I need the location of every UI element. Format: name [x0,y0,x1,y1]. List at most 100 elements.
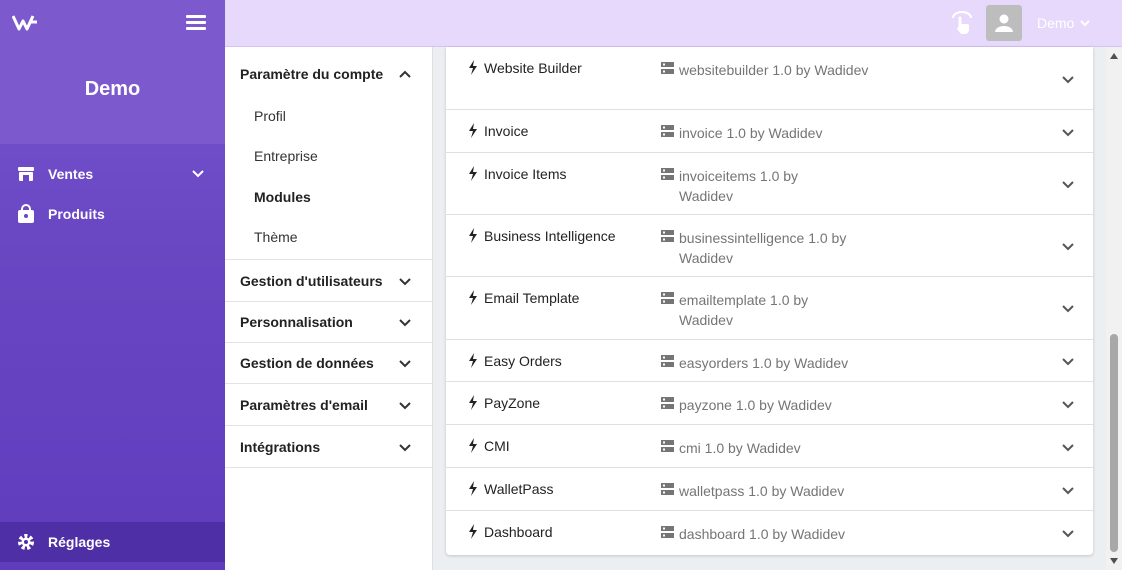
module-row[interactable]: WalletPass walletpass 1.0 by Wadidev [446,468,1093,511]
module-name: CMI [484,438,510,454]
module-row[interactable]: Email Template emailtemplate 1.0 by Wadi… [446,277,1093,340]
settings-item-entreprise[interactable]: Entreprise [254,148,318,164]
touch-icon[interactable] [949,10,975,36]
expand-icon[interactable] [1060,238,1076,254]
module-row[interactable]: Website Builder websitebuilder 1.0 by Wa… [446,47,1093,110]
storage-icon [661,230,674,242]
module-row[interactable]: CMI cmi 1.0 by Wadidev [446,425,1093,468]
section-label: Personnalisation [240,314,353,330]
storage-icon [661,397,674,409]
shopping-bag-icon [16,204,36,224]
module-name: Website Builder [484,60,582,76]
sidebar-item-reglages[interactable]: Réglages [0,522,225,562]
sidebar-item-label: Réglages [48,534,111,550]
scrollbar[interactable] [1106,47,1122,570]
chevron-down-icon [399,277,411,285]
storage-icon [661,483,674,495]
user-name-label: Demo [1037,15,1075,31]
module-row[interactable]: Invoice Items invoiceitems 1.0 by Wadide… [446,153,1093,215]
expand-icon[interactable] [1060,482,1076,498]
store-icon [16,164,36,184]
scroll-down-arrow[interactable] [1110,558,1118,564]
module-package: invoiceitems 1.0 by Wadidev [679,168,799,204]
sidebar-item-label: Produits [48,206,105,222]
expand-icon[interactable] [1060,71,1076,87]
module-name: PayZone [484,395,541,411]
expand-icon[interactable] [1060,176,1076,192]
module-name: Invoice Items [484,166,567,182]
sidebar-item-label: Ventes [48,166,94,182]
chevron-up-icon [399,70,411,78]
logo-icon[interactable] [12,14,38,32]
module-package: emailtemplate 1.0 by Wadidev [679,292,809,328]
bolt-icon [469,60,477,75]
storage-icon [661,440,674,452]
expand-icon[interactable] [1060,353,1076,369]
chevron-down-icon [399,319,411,327]
top-header: Demo [225,0,1122,47]
section-label: Paramètres d'email [240,396,368,413]
section-label: Paramètre du compte [240,66,384,82]
module-row[interactable]: Dashboard dashboard 1.0 by Wadidev [446,511,1093,555]
section-label: Gestion de données [240,355,374,371]
storage-icon [661,526,674,538]
module-name: WalletPass [484,481,554,497]
storage-icon [661,62,674,74]
section-gestion-utilisateurs[interactable]: Gestion d'utilisateurs [225,260,432,302]
storage-icon [661,168,674,180]
sidebar: Demo Ventes Produits Réglages [0,0,225,570]
user-menu[interactable]: Demo [1037,15,1091,31]
module-row[interactable]: Business Intelligence businessintelligen… [446,215,1093,277]
module-package: websitebuilder 1.0 by Wadidev [679,62,869,78]
module-package: payzone 1.0 by Wadidev [679,397,832,413]
chevron-down-icon [399,443,411,451]
sidebar-item-ventes[interactable]: Ventes [0,155,225,193]
module-row[interactable]: PayZone payzone 1.0 by Wadidev [446,382,1093,425]
settings-item-modules[interactable]: Modules [254,189,311,205]
chevron-down-icon [399,360,411,368]
module-row[interactable]: Invoice invoice 1.0 by Wadidev [446,110,1093,153]
module-package: cmi 1.0 by Wadidev [679,440,801,456]
expand-icon[interactable] [1060,439,1076,455]
sidebar-item-produits[interactable]: Produits [0,195,225,233]
chevron-down-icon [1080,20,1091,27]
section-parametres-email[interactable]: Paramètres d'email [225,384,432,426]
section-label: Intégrations [240,438,321,455]
user-icon [995,14,1013,32]
bolt-icon [469,395,477,410]
expand-icon[interactable] [1060,300,1076,316]
module-row[interactable]: Easy Orders easyorders 1.0 by Wadidev [446,340,1093,382]
bolt-icon [469,353,477,368]
storage-icon [661,292,674,304]
avatar[interactable] [986,5,1022,41]
bolt-icon [469,481,477,496]
bolt-icon [469,524,477,539]
settings-nav: Paramètre du compte Profil Entreprise Mo… [225,47,433,570]
settings-item-theme[interactable]: Thème [254,229,298,245]
section-gestion-donnees[interactable]: Gestion de données [225,343,432,384]
module-package: businessintelligence 1.0 by Wadidev [679,230,847,266]
bolt-icon [469,438,477,453]
modules-list: Website Builder websitebuilder 1.0 by Wa… [446,47,1093,555]
section-personnalisation[interactable]: Personnalisation [225,302,432,343]
storage-icon [661,125,674,137]
module-name: Dashboard [484,524,553,540]
section-integrations[interactable]: Intégrations [225,426,432,468]
expand-icon[interactable] [1060,525,1076,541]
module-name: Invoice [484,123,529,139]
settings-item-profil[interactable]: Profil [254,108,286,124]
module-name: Easy Orders [484,353,562,369]
bolt-icon [469,123,477,138]
menu-toggle-icon[interactable] [186,15,206,31]
storage-icon [661,355,674,367]
chevron-down-icon [399,401,411,409]
bolt-icon [469,228,477,243]
scroll-up-arrow[interactable] [1110,53,1118,59]
section-label: Gestion d'utilisateurs [240,272,383,289]
module-package: invoice 1.0 by Wadidev [679,125,823,141]
module-package: dashboard 1.0 by Wadidev [679,526,846,542]
scroll-thumb[interactable] [1110,334,1118,552]
expand-icon[interactable] [1060,124,1076,140]
expand-icon[interactable] [1060,396,1076,412]
bolt-icon [469,166,477,181]
